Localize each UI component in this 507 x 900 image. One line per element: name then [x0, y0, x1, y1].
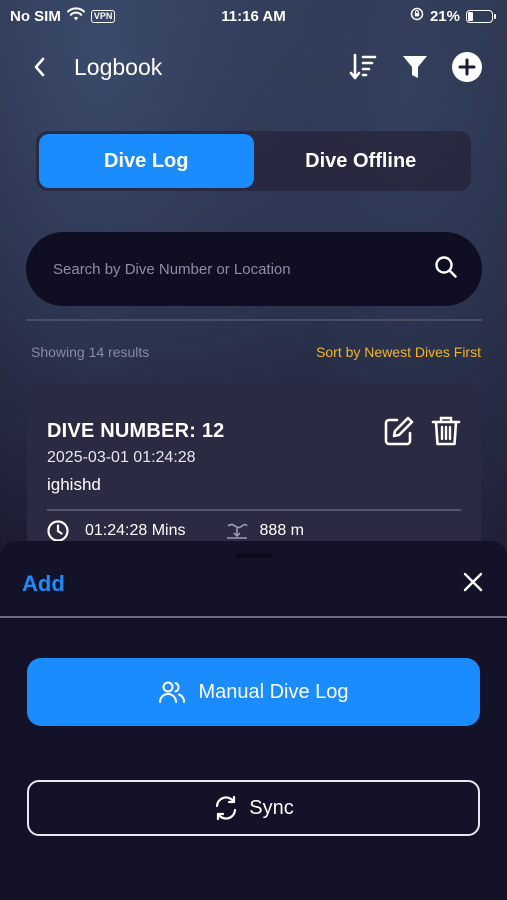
battery-icon	[466, 9, 496, 23]
clock-icon	[47, 520, 69, 542]
divider	[26, 319, 482, 321]
sort-button[interactable]	[347, 51, 379, 83]
tab-dive-log[interactable]: Dive Log	[39, 134, 254, 188]
card-actions	[383, 415, 461, 452]
page-title: Logbook	[74, 53, 163, 80]
orientation-lock-icon	[410, 7, 424, 25]
log-type-tabs: Dive Log Dive Offline	[36, 131, 471, 191]
carrier-label: No SIM	[10, 7, 61, 25]
header-actions	[347, 51, 483, 83]
plus-circle-icon	[452, 52, 482, 82]
results-row: Showing 14 results Sort by Newest Dives …	[31, 344, 481, 360]
back-button[interactable]	[32, 52, 56, 82]
depth-item: 888 m	[226, 522, 304, 540]
sync-icon	[216, 795, 237, 821]
trash-icon	[431, 416, 461, 446]
tab-dive-offline[interactable]: Dive Offline	[254, 134, 469, 188]
close-button[interactable]	[463, 572, 483, 597]
manual-dive-log-label: Manual Dive Log	[198, 680, 349, 703]
duration-item: 01:24:28 Mins	[47, 520, 186, 542]
depth-icon	[226, 523, 248, 539]
delete-button[interactable]	[431, 415, 461, 452]
sheet-header: Add	[22, 571, 483, 597]
sort-order-link[interactable]: Sort by Newest Dives First	[316, 344, 481, 360]
close-icon	[463, 572, 483, 591]
search-bar	[26, 232, 482, 306]
vpn-badge: VPN	[90, 9, 116, 23]
edit-icon	[384, 416, 414, 446]
add-button[interactable]	[451, 51, 483, 83]
edit-button[interactable]	[383, 415, 415, 452]
filter-icon	[403, 56, 427, 78]
card-meta: 01:24:28 Mins 888 m	[47, 520, 304, 542]
search-input[interactable]	[53, 260, 434, 278]
dive-location: ighishd	[47, 475, 101, 494]
sheet-title: Add	[22, 571, 65, 596]
status-bar: No SIM VPN 11:16 AM 21%	[0, 0, 507, 32]
add-bottom-sheet: Add Manual Dive Log Sync	[0, 541, 507, 900]
wifi-icon	[66, 7, 85, 25]
card-divider	[47, 509, 461, 511]
manual-dive-log-button[interactable]: Manual Dive Log	[27, 658, 480, 726]
status-time: 11:16 AM	[221, 7, 286, 25]
dive-duration: 01:24:28 Mins	[85, 522, 186, 539]
status-right: 21%	[410, 7, 496, 25]
search-icon[interactable]	[434, 255, 458, 284]
chevron-left-icon	[34, 57, 45, 77]
results-count: Showing 14 results	[31, 344, 150, 360]
filter-button[interactable]	[399, 51, 431, 83]
app-header: Logbook	[0, 44, 507, 90]
sync-button[interactable]: Sync	[27, 780, 480, 836]
sort-icon	[349, 53, 377, 80]
sync-label: Sync	[249, 796, 294, 819]
status-left: No SIM VPN	[10, 7, 116, 25]
sheet-handle[interactable]	[236, 553, 272, 558]
users-icon	[159, 681, 186, 703]
sheet-divider	[0, 616, 507, 618]
dive-depth: 888 m	[259, 522, 304, 539]
battery-percent: 21%	[429, 7, 460, 25]
